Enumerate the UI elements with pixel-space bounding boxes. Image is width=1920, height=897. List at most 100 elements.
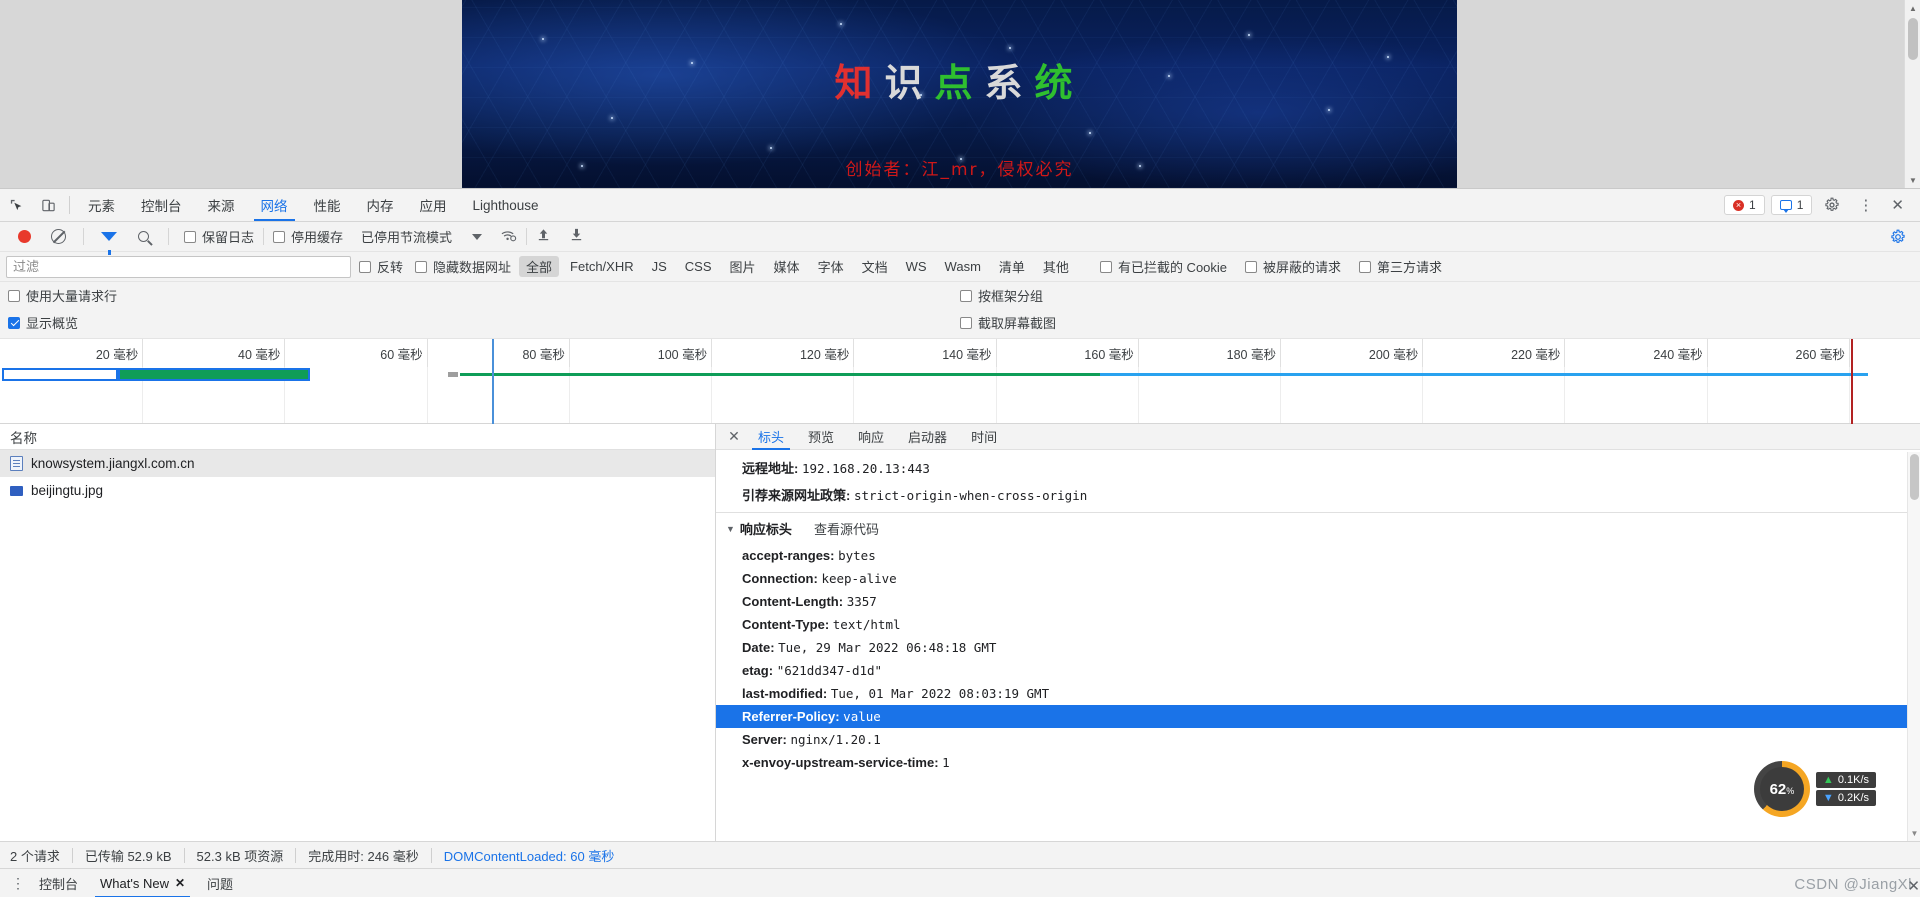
- network-conditions-icon[interactable]: [500, 228, 517, 246]
- header-row-referrer-policy[interactable]: Referrer-Policy: value: [716, 705, 1920, 728]
- record-button[interactable]: [8, 230, 40, 243]
- hide-data-urls-checkbox[interactable]: 隐藏数据网址: [415, 257, 511, 276]
- watermark-close-icon: ✕: [1907, 878, 1920, 895]
- request-name: beijingtu.jpg: [31, 483, 104, 498]
- filter-type-manifest[interactable]: 清单: [992, 256, 1032, 277]
- header-row-date[interactable]: Date: Tue, 29 Mar 2022 06:48:18 GMT: [716, 636, 1920, 659]
- detail-tab-response[interactable]: 响应: [846, 424, 896, 450]
- error-count-label: 1: [1749, 198, 1756, 212]
- page-scrollbar[interactable]: ▲ ▼: [1904, 0, 1920, 188]
- view-source-link[interactable]: 查看源代码: [814, 519, 879, 538]
- filter-type-wasm[interactable]: Wasm: [938, 258, 988, 275]
- scroll-down-arrow-icon[interactable]: ▼: [1905, 172, 1920, 188]
- header-row-x-envoy[interactable]: x-envoy-upstream-service-time: 1: [716, 751, 1920, 774]
- scroll-up-arrow-icon[interactable]: ▲: [1905, 0, 1920, 16]
- device-toolbar-icon[interactable]: [32, 189, 64, 221]
- request-row-knowsystem[interactable]: knowsystem.jiangxl.com.cn: [0, 450, 715, 477]
- filter-type-other[interactable]: 其他: [1036, 256, 1076, 277]
- third-party-checkbox[interactable]: 第三方请求: [1359, 257, 1442, 276]
- header-key: accept-ranges: [742, 548, 831, 563]
- tab-application[interactable]: 应用: [407, 189, 460, 221]
- show-overview-label: 显示概览: [26, 316, 79, 331]
- browser-page-viewport: 知识点系统 创始者：江_mr，侵权必究 ▲ ▼: [0, 0, 1920, 188]
- tab-sources[interactable]: 来源: [195, 189, 248, 221]
- detail-tab-initiator[interactable]: 启动器: [896, 424, 959, 450]
- scrollbar-thumb[interactable]: [1908, 18, 1918, 60]
- detail-tab-headers[interactable]: 标头: [746, 424, 796, 450]
- filter-type-media[interactable]: 媒体: [767, 256, 807, 277]
- detail-tab-timing[interactable]: 时间: [959, 424, 1009, 450]
- filter-type-js[interactable]: JS: [645, 258, 674, 275]
- header-row-etag[interactable]: etag: "621dd347-d1d": [716, 659, 1920, 682]
- big-request-rows-checkbox[interactable]: 使用大量请求行: [8, 286, 117, 305]
- toolbar-divider: [168, 228, 169, 245]
- banner-subtitle: 创始者：江_mr，侵权必究: [845, 160, 1074, 180]
- request-row-beijingtu[interactable]: beijingtu.jpg: [0, 477, 715, 504]
- options-row-1: 使用大量请求行 按框架分组: [0, 282, 1920, 309]
- disable-cache-checkbox[interactable]: 停用缓存: [273, 227, 343, 246]
- drawer-tab-whats-new[interactable]: What's New ✕: [89, 869, 196, 897]
- settings-gear-icon[interactable]: [1818, 197, 1846, 213]
- triangle-down-icon[interactable]: ▼: [726, 524, 735, 534]
- drawer-tab-issues[interactable]: 问题: [196, 869, 244, 897]
- show-overview-checkbox[interactable]: 显示概览: [8, 313, 78, 332]
- filter-type-font[interactable]: 字体: [811, 256, 851, 277]
- chevron-down-icon[interactable]: [472, 233, 483, 240]
- filter-input[interactable]: [6, 255, 351, 278]
- filter-type-fetch-xhr[interactable]: Fetch/XHR: [563, 258, 641, 275]
- timeline-tick-label: 120 毫秒: [799, 348, 850, 362]
- detail-tab-preview[interactable]: 预览: [796, 424, 846, 450]
- drawer-tab-console[interactable]: 控制台: [28, 869, 89, 897]
- download-speed-readout: ▼ 0.2K/s: [1815, 790, 1876, 806]
- timeline-tick: 60 毫秒: [380, 339, 428, 367]
- close-devtools-icon[interactable]: ✕: [1885, 196, 1910, 214]
- error-count-badge[interactable]: × 1: [1724, 195, 1765, 215]
- search-button[interactable]: [127, 231, 159, 242]
- header-row-content-type[interactable]: Content-Type: text/html: [716, 613, 1920, 636]
- scroll-down-arrow-icon[interactable]: ▼: [1910, 829, 1919, 839]
- header-row-accept-ranges[interactable]: accept-ranges: bytes: [716, 544, 1920, 567]
- tab-performance[interactable]: 性能: [301, 189, 354, 221]
- drawer-kebab-icon[interactable]: ⋮: [8, 875, 28, 892]
- group-by-frame-checkbox[interactable]: 按框架分组: [960, 286, 1043, 305]
- request-list-header[interactable]: 名称: [0, 424, 715, 450]
- invert-checkbox[interactable]: 反转: [359, 257, 403, 276]
- clear-button[interactable]: [42, 229, 74, 244]
- status-dom-content-loaded: DOMContentLoaded: 60 毫秒: [443, 848, 615, 864]
- header-row-last-modified[interactable]: last-modified: Tue, 01 Mar 2022 08:03:19…: [716, 682, 1920, 705]
- tab-memory[interactable]: 内存: [354, 189, 407, 221]
- more-options-kebab-icon[interactable]: ⋮: [1852, 196, 1879, 214]
- message-count-badge[interactable]: 1: [1770, 195, 1813, 215]
- filter-type-img[interactable]: 图片: [723, 256, 763, 277]
- response-headers-section[interactable]: ▼ 响应标头 查看源代码: [716, 512, 1920, 544]
- close-icon[interactable]: ✕: [175, 876, 185, 890]
- scrollbar-thumb[interactable]: [1910, 454, 1919, 500]
- filter-type-all[interactable]: 全部: [519, 256, 560, 277]
- preserve-log-checkbox[interactable]: 保留日志: [184, 227, 254, 246]
- tab-elements[interactable]: 元素: [75, 189, 128, 221]
- filter-icon: [101, 232, 117, 255]
- export-har-icon[interactable]: [569, 227, 584, 246]
- blocked-cookies-checkbox[interactable]: 有已拦截的 Cookie: [1099, 257, 1227, 276]
- blocked-requests-checkbox[interactable]: 被屏蔽的请求: [1245, 257, 1341, 276]
- import-har-icon[interactable]: [536, 227, 551, 246]
- timeline-tick-label: 20 毫秒: [95, 348, 139, 362]
- network-overview-timeline[interactable]: 20 毫秒 40 毫秒 60 毫秒 80 毫秒 100 毫秒 120 毫秒 140 毫秒 16…: [0, 339, 1920, 424]
- filter-type-css[interactable]: CSS: [678, 258, 719, 275]
- throttling-select-label[interactable]: 已停用节流模式: [361, 227, 452, 246]
- header-row-server[interactable]: Server: nginx/1.20.1: [716, 728, 1920, 751]
- detail-scrollbar[interactable]: ▼: [1907, 452, 1920, 841]
- network-settings-gear-icon[interactable]: [1884, 229, 1912, 245]
- tab-network[interactable]: 网络: [248, 189, 301, 221]
- capture-screenshots-checkbox[interactable]: 截取屏幕截图: [960, 313, 1056, 332]
- filter-type-doc[interactable]: 文档: [855, 256, 895, 277]
- header-row-connection[interactable]: Connection: keep-alive: [716, 567, 1920, 590]
- tab-console[interactable]: 控制台: [128, 189, 195, 221]
- filter-toggle-button[interactable]: [93, 232, 125, 255]
- header-row-content-length[interactable]: Content-Length: 3357: [716, 590, 1920, 613]
- tab-lighthouse[interactable]: Lighthouse: [460, 189, 552, 221]
- download-speed-value: 0.2K/s: [1837, 792, 1869, 804]
- filter-type-ws[interactable]: WS: [899, 258, 934, 275]
- close-detail-icon[interactable]: ✕: [722, 428, 746, 445]
- inspect-element-icon[interactable]: [0, 189, 32, 221]
